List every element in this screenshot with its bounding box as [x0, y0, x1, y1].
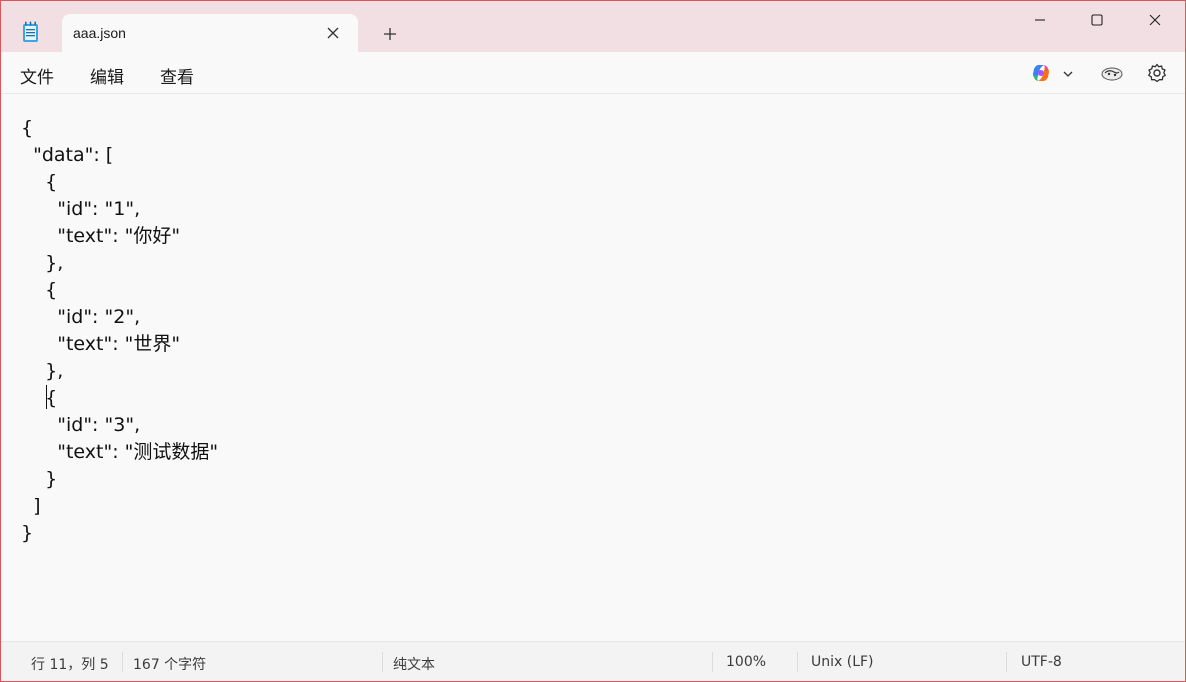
- code-line: "text": "你好": [21, 225, 181, 247]
- encoding[interactable]: UTF-8: [1021, 654, 1062, 670]
- copilot-icon[interactable]: [1030, 62, 1052, 84]
- divider: [382, 652, 383, 672]
- notepad-window: aaa.json 文件 编辑 查看 {"data": [{"id": "1…: [0, 0, 1186, 682]
- code-line: {: [21, 279, 58, 301]
- gear-icon[interactable]: [1147, 63, 1167, 83]
- tab-title: aaa.json: [73, 25, 126, 41]
- code-line: "text": "世界": [21, 333, 181, 355]
- menu-file[interactable]: 文件: [20, 63, 54, 88]
- cursor-position[interactable]: 行 11，列 5: [31, 654, 109, 674]
- title-bar: aaa.json: [1, 1, 1185, 53]
- file-format[interactable]: 纯文本: [393, 654, 435, 674]
- tab-aaa-json[interactable]: aaa.json: [62, 14, 358, 53]
- character-count: 167 个字符: [133, 657, 207, 673]
- line-ending[interactable]: Unix (LF): [811, 654, 874, 670]
- window-close-icon[interactable]: [1126, 1, 1184, 39]
- code-line: ]: [21, 495, 41, 517]
- code-line: "id": "2",: [21, 306, 141, 328]
- text-caret: [46, 385, 47, 409]
- divider: [797, 652, 798, 672]
- code-line: "data": [: [21, 144, 114, 166]
- code-line: {: [21, 387, 58, 409]
- notepad-icon: [22, 21, 39, 43]
- divider: [712, 652, 713, 672]
- menu-edit[interactable]: 编辑: [90, 63, 124, 88]
- text-editor[interactable]: { "data": [ { "id": "1", "text": "你好" },…: [1, 94, 1185, 641]
- zoom-level[interactable]: 100%: [726, 654, 766, 670]
- code-line: "text": "测试数据": [21, 441, 219, 463]
- divider: [1006, 652, 1007, 672]
- code-line: {: [21, 171, 58, 193]
- chevron-down-icon[interactable]: [1061, 66, 1075, 80]
- code-line: }: [21, 522, 34, 544]
- close-tab-icon[interactable]: [324, 24, 342, 42]
- code-line: }: [21, 468, 58, 490]
- new-tab-plus-icon[interactable]: [379, 23, 401, 45]
- maximize-icon[interactable]: [1068, 1, 1126, 39]
- status-bar: 行 11，列 5 167 个字符 纯文本 100% Unix (LF) UTF-…: [1, 641, 1185, 681]
- minimize-icon[interactable]: [1011, 1, 1069, 39]
- code-line: {: [21, 117, 34, 139]
- divider: [122, 652, 123, 672]
- menu-bar: 文件 编辑 查看: [1, 53, 1185, 94]
- menu-view[interactable]: 查看: [160, 63, 194, 88]
- code-line: "id": "3",: [21, 414, 141, 436]
- code-line: },: [21, 360, 64, 382]
- code-line: },: [21, 252, 64, 274]
- profile-icon[interactable]: [1100, 63, 1124, 83]
- code-line: "id": "1",: [21, 198, 141, 220]
